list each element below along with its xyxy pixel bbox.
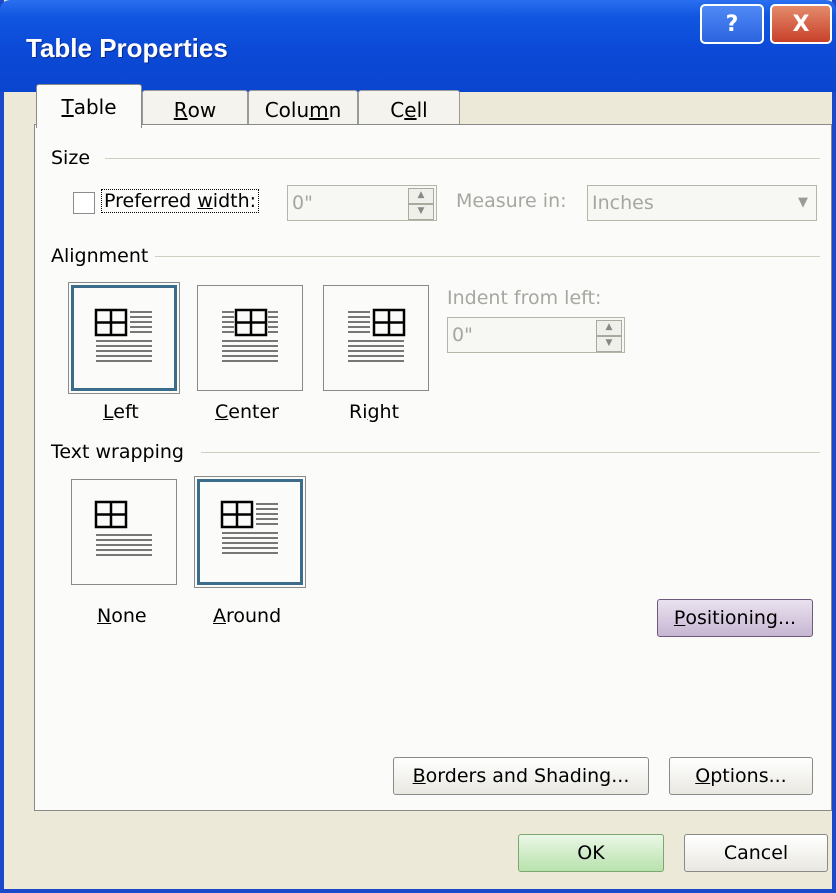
table-properties-dialog: Table Properties ? X Table Row Colu m n Ce…: [0, 0, 836, 893]
wrap-around-label: Around: [213, 605, 282, 627]
align-center-option[interactable]: [197, 285, 303, 391]
spin-down-icon[interactable]: ▼: [596, 336, 622, 352]
wrap-none-icon: [94, 500, 152, 556]
chevron-down-icon: ▼: [798, 195, 808, 210]
positioning-button[interactable]: Positioning...: [657, 599, 813, 637]
measure-in-select[interactable]: Inches ▼: [587, 185, 817, 221]
cancel-button[interactable]: Cancel: [684, 834, 828, 872]
wrap-none-label: None: [97, 605, 147, 627]
tab-table[interactable]: Table: [36, 84, 142, 128]
ok-button[interactable]: OK: [518, 834, 664, 872]
text-wrapping-section-label: Text wrapping: [51, 441, 184, 463]
alignment-divider: [155, 256, 820, 257]
help-button[interactable]: ?: [700, 4, 764, 44]
align-right-label: Right: [349, 401, 400, 423]
tab-row[interactable]: Row: [142, 90, 248, 128]
size-section-label: Size: [51, 147, 91, 169]
preferred-width-label[interactable]: Preferred width:: [101, 189, 260, 213]
wrap-around-option[interactable]: [194, 476, 306, 588]
preferred-width-checkbox[interactable]: [73, 192, 95, 214]
text-wrapping-divider: [201, 452, 820, 453]
indent-from-left-label: Indent from left:: [447, 287, 602, 309]
measure-in-label: Measure in:: [456, 190, 567, 212]
indent-spinner[interactable]: ▲ ▼: [596, 320, 622, 352]
align-center-label: Center: [215, 401, 279, 423]
size-divider: [105, 158, 820, 159]
align-left-icon: [94, 308, 152, 362]
close-button[interactable]: X: [770, 4, 832, 44]
align-center-icon: [222, 308, 278, 362]
tab-column[interactable]: Colu m n: [248, 90, 358, 128]
close-icon: X: [792, 11, 810, 37]
width-spinner[interactable]: ▲ ▼: [408, 188, 434, 220]
wrap-none-option[interactable]: [71, 479, 177, 585]
align-right-option[interactable]: [323, 285, 429, 391]
indent-from-left-input[interactable]: 0" ▲ ▼: [447, 317, 625, 353]
wrap-around-icon: [220, 500, 278, 554]
borders-and-shading-button[interactable]: Borders and Shading...: [393, 757, 649, 795]
spin-down-icon[interactable]: ▼: [408, 204, 434, 220]
table-tab-panel: Size Preferred width: 0" ▲ ▼ Measure in: …: [34, 124, 832, 811]
spin-up-icon[interactable]: ▲: [408, 188, 434, 204]
alignment-section-label: Alignment: [51, 245, 149, 267]
title-bar[interactable]: Table Properties ? X: [0, 0, 836, 92]
align-left-label: Left: [103, 401, 139, 423]
help-icon: ?: [725, 11, 739, 37]
window-title: Table Properties: [26, 33, 228, 63]
spin-up-icon[interactable]: ▲: [596, 320, 622, 336]
tab-cell[interactable]: Ce ll: [358, 90, 460, 128]
preferred-width-input[interactable]: 0" ▲ ▼: [287, 185, 437, 221]
align-left-option[interactable]: [68, 282, 180, 394]
options-button[interactable]: Options...: [669, 757, 813, 795]
align-right-icon: [348, 308, 406, 362]
